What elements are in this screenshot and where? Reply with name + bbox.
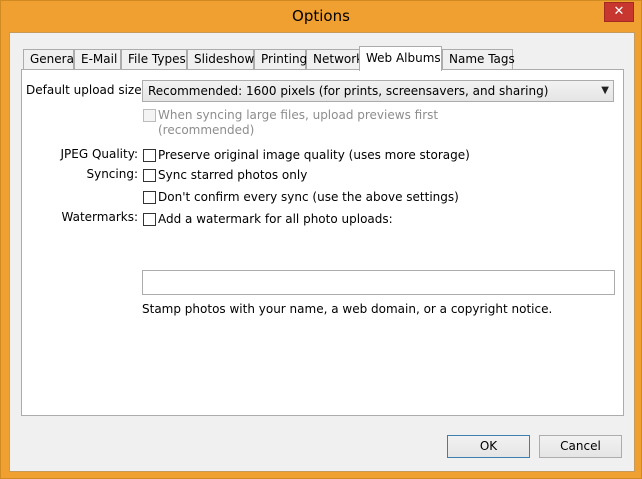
watermarks-label: Watermarks: <box>61 210 138 224</box>
sync-starred-label: Sync starred photos only <box>158 168 308 182</box>
title-bar[interactable]: Options ✕ <box>1 1 641 32</box>
tab-slideshow[interactable]: Slideshow <box>187 49 254 70</box>
previews-recommended-note: (recommended) <box>158 123 255 137</box>
preserve-quality-checkbox[interactable] <box>143 149 156 162</box>
dont-confirm-checkbox[interactable] <box>143 191 156 204</box>
tab-printing[interactable]: Printing <box>254 49 307 70</box>
dialog-client-area: General E-Mail File Types Slideshow Prin… <box>9 32 635 472</box>
close-button[interactable]: ✕ <box>604 2 634 22</box>
preserve-quality-label: Preserve original image quality (uses mo… <box>158 148 470 162</box>
sync-starred-checkbox[interactable] <box>143 169 156 182</box>
syncing-label: Syncing: <box>86 167 138 181</box>
ok-button[interactable]: OK <box>447 435 530 458</box>
previews-label: When syncing large files, upload preview… <box>158 108 439 122</box>
tab-web-albums[interactable]: Web Albums <box>359 46 442 71</box>
cancel-button[interactable]: Cancel <box>539 435 622 458</box>
upload-size-value: Recommended: 1600 pixels (for prints, sc… <box>148 84 549 98</box>
tab-name-tags[interactable]: Name Tags <box>442 49 515 70</box>
tab-email[interactable]: E-Mail <box>74 49 121 70</box>
window-title: Options <box>292 7 350 25</box>
tab-network[interactable]: Network <box>306 49 363 70</box>
close-icon: ✕ <box>613 4 625 19</box>
previews-checkbox[interactable] <box>143 109 156 122</box>
upload-size-select[interactable]: Recommended: 1600 pixels (for prints, sc… <box>142 80 614 102</box>
options-window: Options ✕ General E-Mail File Types Slid… <box>0 0 642 479</box>
add-watermark-label: Add a watermark for all photo uploads: <box>158 212 393 226</box>
web-albums-panel: Default upload size: Recommended: 1600 p… <box>21 69 624 416</box>
tab-general[interactable]: General <box>23 49 77 70</box>
chevron-down-icon: ▼ <box>601 85 609 96</box>
add-watermark-checkbox[interactable] <box>143 213 156 226</box>
watermark-help-text: Stamp photos with your name, a web domai… <box>142 302 553 316</box>
jpeg-quality-label: JPEG Quality: <box>60 147 138 161</box>
tab-file-types[interactable]: File Types <box>121 49 187 70</box>
upload-size-label: Default upload size: <box>26 83 146 97</box>
dont-confirm-label: Don't confirm every sync (use the above … <box>158 190 459 204</box>
watermark-text-input[interactable] <box>142 270 615 295</box>
